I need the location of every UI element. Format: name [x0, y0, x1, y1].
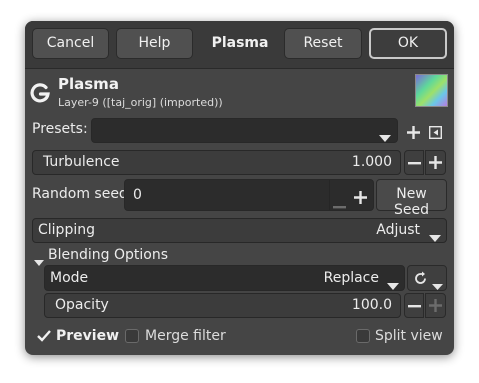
preview-checkbox[interactable]	[37, 329, 51, 343]
layer-name: Layer-9 ([taj_orig] (imported))	[58, 96, 223, 109]
gegl-logo-icon	[29, 81, 51, 103]
preset-menu-icon[interactable]	[428, 124, 443, 143]
merge-filter-label: Merge filter	[145, 328, 226, 344]
triangle-down-icon[interactable]	[34, 252, 44, 271]
turbulence-value: 1.000	[351, 154, 392, 170]
add-preset-icon[interactable]	[407, 124, 420, 143]
turbulence-decrease-button[interactable]	[404, 150, 424, 175]
minus-icon	[408, 162, 421, 165]
presets-combo[interactable]	[91, 118, 398, 143]
seed-decrease-minus-icon[interactable]	[333, 194, 346, 213]
new-seed-button[interactable]: New Seed	[376, 179, 447, 218]
checkmark-icon	[37, 330, 51, 342]
composite-mode-button[interactable]	[407, 265, 447, 291]
merge-filter-checkbox[interactable]	[125, 329, 139, 343]
presets-label: Presets:	[32, 121, 88, 137]
chevron-down-icon	[429, 228, 441, 247]
turbulence-label: Turbulence	[43, 154, 120, 170]
opacity-increase-button[interactable]	[425, 293, 446, 318]
mode-value: Replace	[323, 270, 379, 286]
plasma-preview-thumbnail	[415, 74, 448, 107]
filter-name: Plasma	[58, 75, 119, 93]
help-button[interactable]: Help	[116, 28, 193, 59]
chevron-down-icon	[379, 128, 391, 147]
split-view-checkbox[interactable]	[356, 329, 370, 343]
mode-label: Mode	[50, 270, 89, 286]
plasma-dialog: Cancel Help Plasma Reset OK Plasma Layer…	[25, 21, 454, 355]
opacity-slider[interactable]: Opacity 100.0	[44, 293, 401, 318]
clipping-value: Adjust	[376, 222, 420, 238]
preview-label: Preview	[56, 328, 120, 344]
seed-increase-plus-icon[interactable]	[354, 189, 367, 208]
dialog-header: Cancel Help Plasma Reset OK	[25, 21, 454, 69]
new-seed-label: New Seed	[394, 186, 429, 218]
mode-combo[interactable]: Mode Replace	[44, 265, 405, 291]
clipping-combo[interactable]: Clipping Adjust	[32, 218, 447, 243]
random-seed-label: Random seed	[32, 186, 128, 202]
clipping-label: Clipping	[38, 222, 95, 238]
swap-icon	[413, 271, 428, 290]
opacity-decrease-button[interactable]	[404, 293, 424, 318]
dialog-title: Plasma	[211, 35, 269, 51]
split-view-label: Split view	[375, 328, 443, 344]
reset-button[interactable]: Reset	[284, 28, 362, 59]
turbulence-increase-button[interactable]	[425, 150, 446, 175]
opacity-label: Opacity	[55, 297, 109, 313]
turbulence-slider[interactable]: Turbulence 1.000	[32, 150, 401, 175]
random-seed-value: 0	[133, 187, 142, 203]
blending-options-expander[interactable]: Blending Options	[48, 247, 168, 263]
plus-icon	[429, 156, 442, 169]
plus-icon	[429, 299, 442, 312]
opacity-value: 100.0	[351, 297, 392, 313]
divider	[329, 180, 330, 210]
random-seed-input[interactable]: 0	[124, 179, 374, 211]
ok-button[interactable]: OK	[369, 28, 447, 59]
cancel-button[interactable]: Cancel	[32, 28, 109, 59]
minus-icon	[408, 305, 421, 308]
